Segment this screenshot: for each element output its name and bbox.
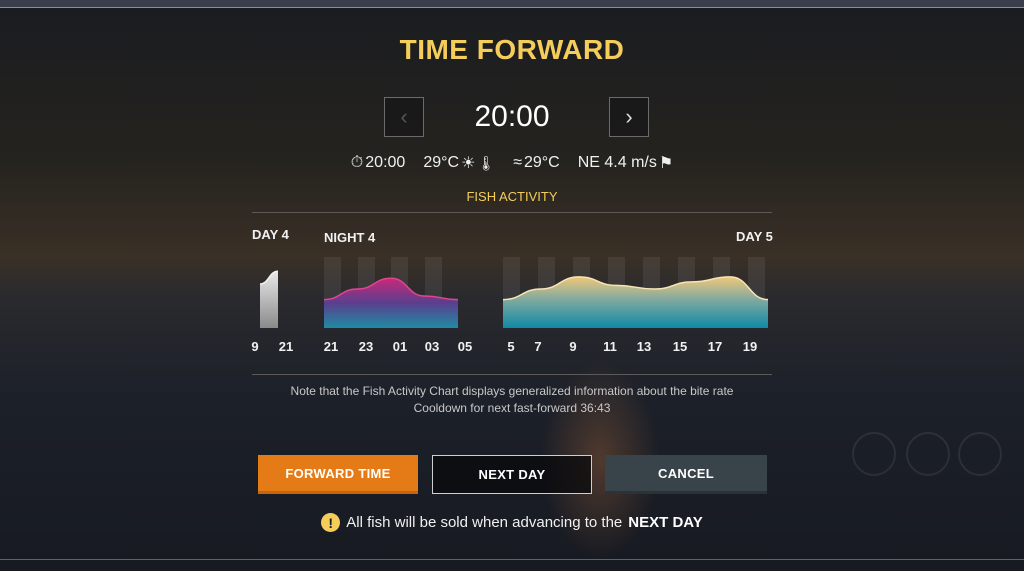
tick-label: 17 bbox=[707, 339, 723, 354]
forward-time-button[interactable]: FORWARD TIME bbox=[258, 455, 418, 494]
tick-label: 23 bbox=[358, 339, 374, 354]
tick-label: 21 bbox=[278, 339, 294, 354]
sell-warning: ! All fish will be sold when advancing t… bbox=[0, 513, 1024, 532]
tick-label: 01 bbox=[392, 339, 408, 354]
activity-area-1 bbox=[260, 271, 278, 328]
exclamation-icon: ! bbox=[321, 513, 341, 532]
chart-note: Note that the Fish Activity Chart displa… bbox=[290, 384, 734, 398]
tick-label: 15 bbox=[672, 339, 688, 354]
tick-label: 11 bbox=[603, 339, 617, 354]
tick-label: 19 bbox=[742, 339, 758, 354]
bottom-line bbox=[0, 559, 1024, 560]
warning-emphasis: NEXT DAY bbox=[628, 514, 703, 531]
next-day-button[interactable]: NEXT DAY bbox=[432, 455, 592, 494]
tick-label: 21 bbox=[323, 339, 339, 354]
tick-label: 03 bbox=[424, 339, 440, 354]
tick-label: 13 bbox=[636, 339, 652, 354]
tick-label: 05 bbox=[457, 339, 473, 354]
warning-text: All fish will be sold when advancing to … bbox=[346, 514, 623, 531]
tick-label: 7 bbox=[534, 339, 542, 354]
cancel-button[interactable]: CANCEL bbox=[605, 455, 767, 494]
tick-label: 5 bbox=[507, 339, 515, 354]
tick-label: 9 bbox=[251, 339, 259, 354]
tick-label: 9 bbox=[569, 339, 577, 354]
divider bbox=[252, 374, 772, 375]
cooldown-text: Cooldown for next fast-forward 36:43 bbox=[413, 401, 611, 415]
